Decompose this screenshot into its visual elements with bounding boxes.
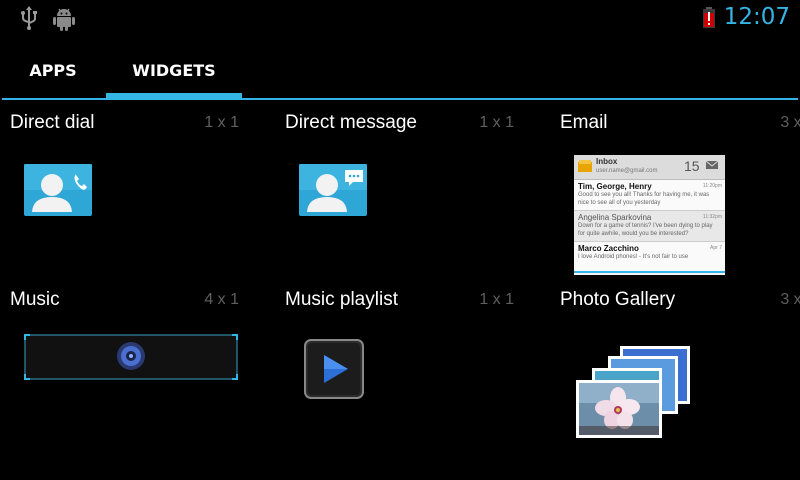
widget-direct-dial[interactable]: Direct dial 1 x 1 [0,100,275,275]
widget-direct-message[interactable]: Direct message 1 x 1 [275,100,550,275]
photo-stack-icon [576,346,690,438]
widget-name: Music [10,289,60,310]
email-row: Angelina Sparkovina Down for a game of t… [574,211,725,242]
widget-name: Music playlist [285,289,398,310]
tab-widgets[interactable]: WIDGETS [106,38,242,100]
direct-dial-icon [24,164,92,216]
direct-message-icon [299,164,367,216]
widget-name: Direct message [285,112,417,133]
widget-email[interactable]: Email 3 x 2 Inbox user.name@gmail.com 15… [550,100,800,275]
email-from: Tim, George, Henry [578,182,652,191]
email-time: Apr 7 [710,245,722,251]
email-row: Marco Zacchino I love Android phones! - … [574,242,725,273]
tab-apps[interactable]: APPS [0,38,106,100]
usb-icon [21,6,37,30]
status-bar: 12:07 [0,0,800,38]
email-folder: Inbox [596,157,618,166]
widget-size: 3 x 2 [780,114,800,131]
battery-low-icon [703,7,715,28]
email-snippet: I love Android phones! - It's not fair t… [578,254,689,260]
widget-size: 1 x 1 [479,114,514,131]
email-unread-count: 15 [684,158,700,174]
email-from: Marco Zacchino [578,244,639,253]
tab-bar: APPS WIDGETS [0,38,800,100]
music-speaker-icon [24,334,238,380]
android-debug-icon [53,8,75,31]
widget-music[interactable]: Music 4 x 1 [0,277,275,452]
email-account: user.name@gmail.com [596,168,658,174]
email-snippet: Good to see you all! Thanks for having m… [578,192,710,206]
compose-icon [706,161,718,169]
email-time: 11:20pm [702,183,722,189]
email-preview: Inbox user.name@gmail.com 15 Tim, George… [574,155,725,275]
clock: 12:07 [723,4,790,30]
widget-name: Direct dial [10,112,95,133]
email-snippet: Down for a game of tennis? I've been dyi… [578,223,713,237]
email-time: 11:32pm [702,214,722,220]
widget-size: 1 x 1 [204,114,239,131]
widget-name: Photo Gallery [560,289,676,310]
widget-music-playlist[interactable]: Music playlist 1 x 1 [275,277,550,452]
widget-size: 1 x 1 [479,291,514,308]
play-icon [304,339,364,399]
widget-size: 4 x 1 [204,291,239,308]
widget-photo-gallery[interactable]: Photo Gallery 3 x 3 [550,277,800,452]
widget-size: 3 x 3 [780,291,800,308]
email-preview-header: Inbox user.name@gmail.com 15 [574,155,725,180]
widget-name: Email [560,112,608,133]
inbox-icon [578,160,592,172]
email-from: Angelina Sparkovina [578,213,652,222]
email-row: Tim, George, Henry Good to see you all! … [574,180,725,211]
